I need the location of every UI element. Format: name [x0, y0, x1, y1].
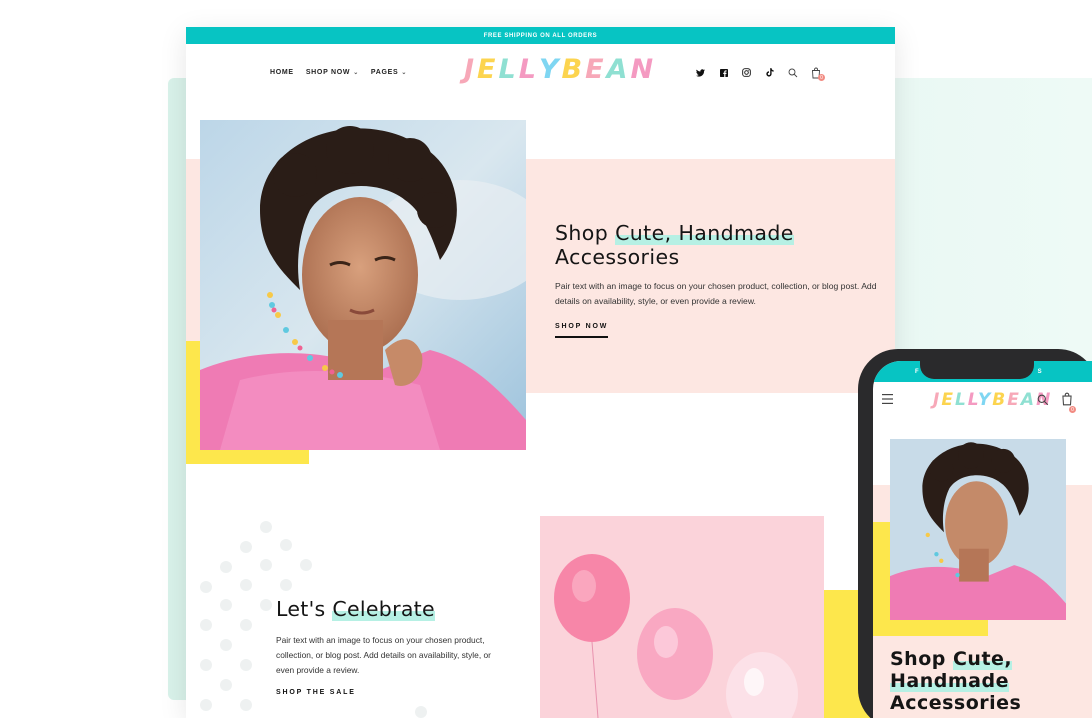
- instagram-icon[interactable]: [740, 66, 753, 79]
- showcase-stage: FREE SHIPPING ON ALL ORDERS HOME SHOP NO…: [0, 0, 1092, 718]
- hero-title-part2: Accessories: [555, 245, 680, 269]
- hero-title-part1: Shop: [555, 221, 616, 245]
- hero-text-block: Shop Cute, Handmade Accessories Pair tex…: [555, 221, 885, 338]
- nav-pages[interactable]: PAGES ⌄: [371, 69, 407, 76]
- brand-logo[interactable]: JELLYBEAN: [464, 54, 656, 85]
- logo-letter: L: [498, 54, 519, 85]
- mobile-announcement-right: S: [1037, 368, 1043, 375]
- hero-title-highlight: Cute, Handmade: [615, 221, 794, 245]
- celebrate-title: Let's Celebrate: [276, 597, 496, 621]
- mobile-hero-title: Shop Cute, Handmade Accessories: [890, 648, 1090, 714]
- logo-letter: Y: [977, 390, 993, 410]
- logo-letter: L: [954, 390, 968, 410]
- logo-letter: B: [561, 54, 586, 85]
- site-header: HOME SHOP NOW ⌄ PAGES ⌄ JELLYBEAN 0: [186, 44, 895, 104]
- logo-letter: A: [606, 54, 631, 85]
- logo-letter: J: [464, 54, 478, 85]
- mobile-cart-count-badge: 0: [1069, 406, 1076, 413]
- mobile-title-highlight: Cute,: [952, 648, 1013, 670]
- logo-letter: Y: [538, 54, 562, 85]
- mobile-title-line2: Handmade: [890, 670, 1009, 692]
- hero-description: Pair text with an image to focus on your…: [555, 281, 877, 306]
- search-icon[interactable]: [786, 66, 799, 79]
- logo-letter: E: [477, 54, 499, 85]
- shop-now-link[interactable]: SHOP NOW: [555, 323, 609, 338]
- cart-icon[interactable]: 0: [809, 66, 825, 81]
- logo-letter: E: [1007, 390, 1021, 410]
- celebrate-text-block: Let's Celebrate Pair text with an image …: [276, 597, 496, 699]
- logo-letter: B: [992, 390, 1008, 410]
- phone-notch: [920, 361, 1034, 379]
- nav-home-label: HOME: [270, 69, 294, 76]
- logo-letter: E: [585, 54, 607, 85]
- balloons-image: [540, 516, 824, 718]
- hamburger-menu-icon[interactable]: [882, 394, 893, 404]
- nav-home[interactable]: HOME: [270, 69, 294, 76]
- tiktok-icon[interactable]: [763, 66, 776, 79]
- hero-image: [200, 120, 526, 450]
- announcement-text: FREE SHIPPING ON ALL ORDERS: [483, 32, 598, 39]
- announcement-bar: FREE SHIPPING ON ALL ORDERS: [186, 27, 895, 44]
- mobile-hero-image: [890, 439, 1066, 620]
- mobile-title-line3: Accessories: [890, 692, 1022, 714]
- desktop-preview: FREE SHIPPING ON ALL ORDERS HOME SHOP NO…: [186, 27, 895, 718]
- logo-letter: N: [630, 54, 657, 85]
- nav-shop-now-label: SHOP NOW: [305, 69, 351, 76]
- nav-pages-label: PAGES: [370, 69, 399, 76]
- celebrate-title-part1: Let's: [276, 597, 333, 621]
- celebrate-description: Pair text with an image to focus on your…: [276, 635, 491, 675]
- mobile-announcement-left: F: [915, 368, 920, 375]
- logo-letter: L: [967, 390, 978, 410]
- logo-letter: E: [941, 390, 955, 410]
- chevron-down-icon: ⌄: [401, 70, 408, 76]
- cart-count-badge: 0: [818, 74, 825, 81]
- mobile-brand-logo[interactable]: JELLYBEAN: [933, 390, 1052, 410]
- logo-letter: L: [518, 54, 539, 85]
- mobile-search-icon[interactable]: [1037, 394, 1049, 406]
- shop-the-sale-link[interactable]: SHOP THE SALE: [276, 689, 356, 696]
- chevron-down-icon: ⌄: [353, 70, 359, 76]
- hero-title: Shop Cute, Handmade Accessories: [555, 221, 885, 269]
- celebrate-title-highlight: Celebrate: [332, 597, 435, 621]
- mobile-preview: F S JELLYBEAN 0 Shop Cute, Handmade Acce…: [873, 361, 1092, 718]
- header-icons: 0: [694, 66, 825, 81]
- mobile-cart-icon[interactable]: 0: [1061, 392, 1076, 413]
- facebook-icon[interactable]: [717, 66, 730, 79]
- logo-letter: A: [1020, 390, 1037, 410]
- twitter-icon[interactable]: [694, 66, 707, 79]
- main-nav: HOME SHOP NOW ⌄ PAGES ⌄: [270, 69, 407, 76]
- nav-shop-now[interactable]: SHOP NOW ⌄: [306, 69, 359, 76]
- mobile-header: JELLYBEAN 0: [873, 382, 1092, 422]
- mobile-title-part1: Shop: [890, 648, 953, 670]
